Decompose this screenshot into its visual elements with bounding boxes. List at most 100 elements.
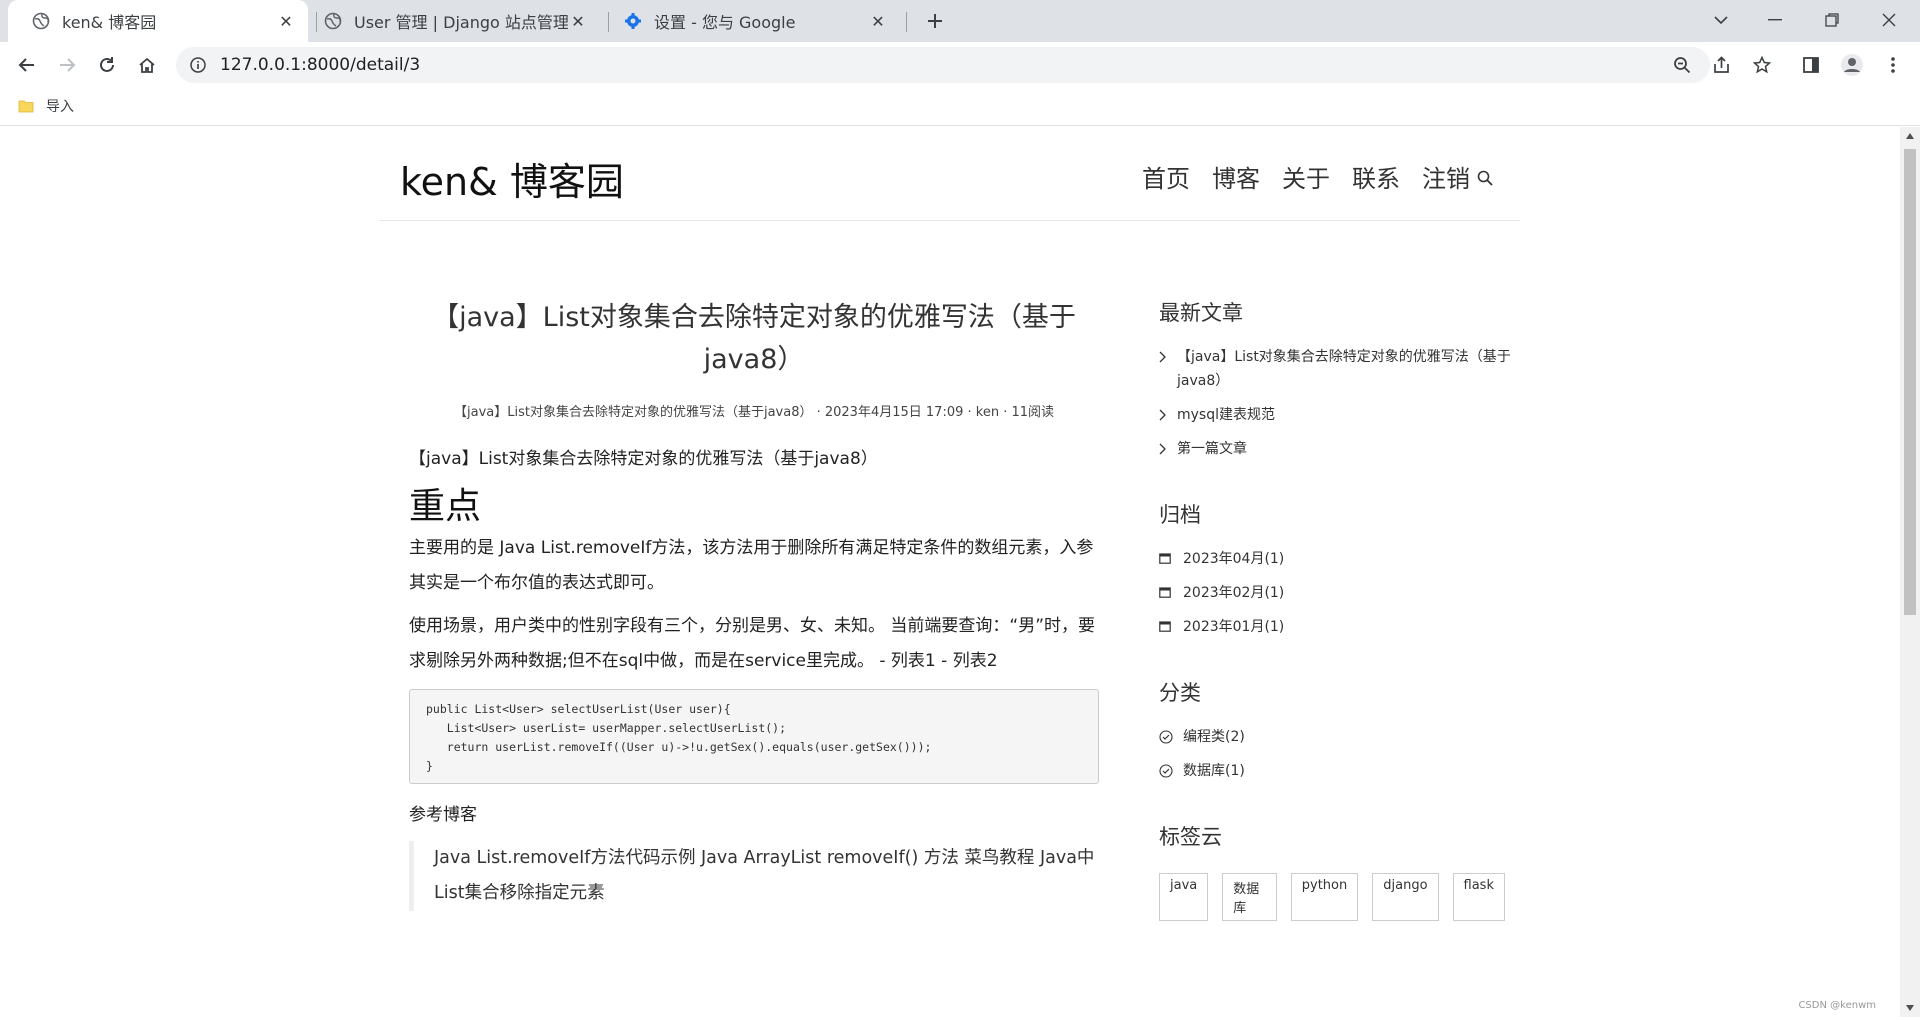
forward-button[interactable]: [51, 49, 83, 81]
calendar-icon: [1159, 547, 1183, 571]
url-text[interactable]: 127.0.0.1:8000/detail/3: [220, 55, 420, 75]
page-scrollbar[interactable]: [1900, 127, 1920, 1017]
tab-search-button[interactable]: [1694, 0, 1748, 40]
address-bar[interactable]: 127.0.0.1:8000/detail/3: [176, 47, 1710, 83]
tag-java[interactable]: java: [1159, 873, 1209, 921]
code-block: public List<User> selectUserList(User us…: [409, 689, 1099, 784]
archive-link[interactable]: 2023年01月(1): [1183, 615, 1519, 639]
tag-database[interactable]: 数据库: [1222, 873, 1277, 921]
recent-posts: 最新文章 【java】List对象集合去除特定对象的优雅写法（基于java8） …: [1159, 297, 1519, 461]
recent-post-link[interactable]: mysql建表规范: [1177, 403, 1519, 427]
calendar-icon: [1159, 581, 1183, 605]
nav-home[interactable]: 首页: [1142, 159, 1190, 194]
nav-about[interactable]: 关于: [1282, 159, 1330, 194]
recent-posts-title: 最新文章: [1159, 301, 1243, 325]
categories: 分类 编程类(2) 数据库(1): [1159, 677, 1519, 783]
tag-cloud: 标签云 java 数据库 python django flask: [1159, 821, 1519, 921]
page-viewport: ken& 博客园 首页 博客 关于 联系 注销 【java】List对象集合去除…: [0, 127, 1900, 1017]
browser-toolbar: 127.0.0.1:8000/detail/3: [0, 42, 1920, 88]
side-panel-icon[interactable]: [1795, 49, 1827, 81]
tab-blog[interactable]: ken& 博客园 ✕: [8, 0, 308, 42]
tab-title: ken& 博客园: [62, 13, 157, 32]
chevron-right-icon: [1159, 403, 1177, 427]
calendar-icon: [1159, 615, 1183, 639]
home-button[interactable]: [131, 49, 163, 81]
recent-post-item[interactable]: 【java】List对象集合去除特定对象的优雅写法（基于java8）: [1159, 345, 1519, 393]
archive: 归档 2023年04月(1) 2023年02月(1) 2023年01月(1): [1159, 499, 1519, 639]
archive-link[interactable]: 2023年04月(1): [1183, 547, 1519, 571]
minimize-button[interactable]: [1748, 0, 1802, 40]
archive-title: 归档: [1159, 503, 1201, 527]
article-heading: 重点: [409, 486, 482, 527]
site-header: ken& 博客园 首页 博客 关于 联系 注销: [380, 127, 1520, 221]
recent-post-item[interactable]: mysql建表规范: [1159, 403, 1519, 427]
tab-title: User 管理 | Django 站点管理员: [354, 13, 568, 32]
gear-icon: [624, 12, 642, 30]
article-paragraph: 主要用的是 Java List.removeIf方法，该方法用于删除所有满足特定…: [409, 538, 1094, 593]
article-meta: 【java】List对象集合去除特定对象的优雅写法（基于java8） · 202…: [454, 405, 1054, 420]
tag-flask[interactable]: flask: [1452, 873, 1505, 921]
new-tab-button[interactable]: [920, 6, 950, 36]
bookmark-star-icon[interactable]: [1745, 48, 1779, 82]
tag-cloud-title: 标签云: [1159, 825, 1222, 849]
tab-bar: ken& 博客园 ✕ User 管理 | Django 站点管理员 ✕ 设置 -…: [0, 0, 1920, 42]
profile-avatar-icon[interactable]: [1836, 49, 1868, 81]
nav-blog[interactable]: 博客: [1212, 159, 1260, 194]
archive-item[interactable]: 2023年02月(1): [1159, 581, 1519, 605]
archive-link[interactable]: 2023年02月(1): [1183, 581, 1519, 605]
watermark: CSDN @kenwm: [1798, 1000, 1876, 1011]
globe-icon: [32, 12, 50, 30]
category-link[interactable]: 编程类(2): [1183, 725, 1519, 749]
reference-quote: Java List.removeIf方法代码示例 Java ArrayList …: [409, 841, 1099, 911]
categories-title: 分类: [1159, 681, 1201, 705]
article: 【java】List对象集合去除特定对象的优雅写法（基于java8） 【java…: [409, 297, 1099, 911]
tab-settings[interactable]: 设置 - 您与 Google ✕: [600, 0, 900, 42]
search-icon[interactable]: [1476, 169, 1494, 187]
site-nav: 首页 博客 关于 联系 注销: [1120, 159, 1470, 194]
archive-item[interactable]: 2023年04月(1): [1159, 547, 1519, 571]
info-icon[interactable]: [188, 55, 208, 75]
category-item[interactable]: 编程类(2): [1159, 725, 1519, 749]
scroll-thumb[interactable]: [1904, 149, 1916, 615]
tab-title: 设置 - 您与 Google: [654, 13, 796, 32]
recent-post-link[interactable]: 第一篇文章: [1177, 437, 1519, 461]
category-item[interactable]: 数据库(1): [1159, 759, 1519, 783]
reload-button[interactable]: [91, 49, 123, 81]
bookmark-import[interactable]: 导入: [18, 96, 74, 116]
zoom-icon[interactable]: [1665, 48, 1699, 82]
sidebar: 最新文章 【java】List对象集合去除特定对象的优雅写法（基于java8） …: [1159, 297, 1519, 959]
recent-post-link[interactable]: 【java】List对象集合去除特定对象的优雅写法（基于java8）: [1177, 345, 1519, 393]
share-icon[interactable]: [1705, 48, 1739, 82]
recent-post-item[interactable]: 第一篇文章: [1159, 437, 1519, 461]
article-paragraph: 使用场景，用户类中的性别字段有三个，分别是男、女、未知。 当前端要查询：“男”时…: [409, 616, 1096, 671]
tag-python[interactable]: python: [1290, 873, 1359, 921]
nav-logout[interactable]: 注销: [1422, 159, 1470, 194]
reference-heading: 参考博客: [409, 805, 477, 825]
tab-separator: [906, 12, 907, 32]
globe-icon: [324, 12, 342, 30]
nav-contact[interactable]: 联系: [1352, 159, 1400, 194]
chevron-right-icon: [1159, 345, 1177, 393]
check-circle-icon: [1159, 725, 1183, 749]
scroll-down-arrow[interactable]: [1906, 1005, 1914, 1011]
site-logo[interactable]: ken& 博客园: [400, 151, 624, 206]
category-link[interactable]: 数据库(1): [1183, 759, 1519, 783]
bookmarks-bar: 导入: [0, 88, 1920, 126]
article-subtitle: 【java】List对象集合去除特定对象的优雅写法（基于java8）: [409, 449, 878, 469]
back-button[interactable]: [11, 49, 43, 81]
article-title: 【java】List对象集合去除特定对象的优雅写法（基于java8）: [432, 302, 1076, 375]
close-icon[interactable]: ✕: [868, 11, 888, 31]
tag-django[interactable]: django: [1372, 873, 1439, 921]
chevron-right-icon: [1159, 437, 1177, 461]
close-window-button[interactable]: [1862, 0, 1916, 40]
tab-django-admin[interactable]: User 管理 | Django 站点管理员 ✕: [300, 0, 600, 42]
bookmark-label: 导入: [46, 99, 74, 115]
close-icon[interactable]: ✕: [276, 11, 296, 31]
close-icon[interactable]: ✕: [568, 11, 588, 31]
restore-button[interactable]: [1805, 0, 1859, 40]
check-circle-icon: [1159, 759, 1183, 783]
menu-kebab-icon[interactable]: [1877, 49, 1909, 81]
scroll-up-arrow[interactable]: [1906, 133, 1914, 139]
archive-item[interactable]: 2023年01月(1): [1159, 615, 1519, 639]
folder-icon: [18, 100, 34, 113]
